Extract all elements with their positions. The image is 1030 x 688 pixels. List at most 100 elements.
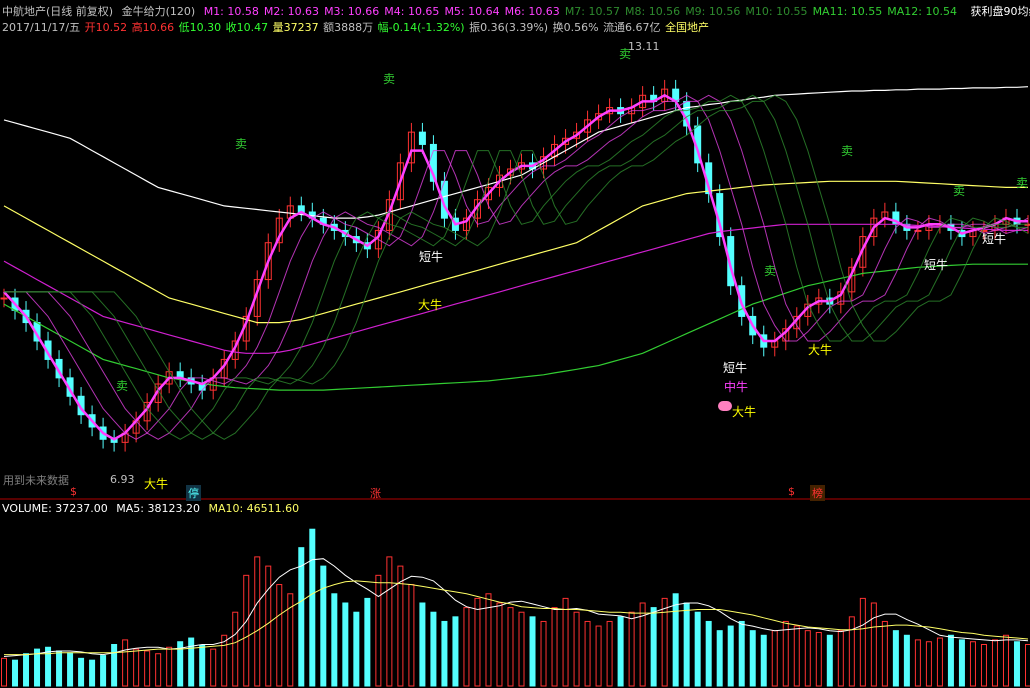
quote-date: 2017/11/17/五 xyxy=(2,21,81,34)
quote-low: 低10.30 xyxy=(178,21,222,34)
halt-tag[interactable]: 停 xyxy=(186,485,201,501)
quote-open: 开10.52 xyxy=(84,21,128,34)
volume-bar xyxy=(166,646,173,687)
ma-value-7: M7: 10.57 xyxy=(564,5,620,18)
ma-value-12: MA12: 10.54 xyxy=(887,5,957,18)
volume-bar xyxy=(331,593,338,687)
low-price-label: 6.93 xyxy=(110,473,135,486)
volume-bar xyxy=(133,648,140,687)
chart-canvas xyxy=(0,79,1030,687)
volume-bar xyxy=(540,620,547,687)
volume-bar xyxy=(67,652,74,687)
future-data-note: 用到未来数据 xyxy=(3,474,69,487)
quote-amplitude: 振0.36(3.39%) xyxy=(469,21,549,34)
dividend-tag[interactable]: $ xyxy=(68,485,79,498)
volume-bar xyxy=(452,616,459,687)
short-bull-signal: 短牛 xyxy=(982,232,1007,246)
volume-panel xyxy=(1,528,1030,687)
high-price-label: 13.11 xyxy=(628,40,660,53)
ma-line-ma-magenta xyxy=(3,223,1028,354)
volume-bar xyxy=(232,611,239,687)
volume-bar xyxy=(903,634,910,687)
volume-bar xyxy=(529,616,536,687)
volume-bar xyxy=(815,632,822,687)
stock-name[interactable]: 中航地产(日线 前复权) xyxy=(2,5,113,18)
volume-bar xyxy=(441,620,448,687)
ma-ribbon-line xyxy=(4,94,1028,440)
volume-bar xyxy=(562,597,569,687)
volume-bar xyxy=(925,641,932,687)
volume-bar xyxy=(716,630,723,687)
volume-bar xyxy=(848,616,855,687)
volume-bar xyxy=(628,611,635,687)
volume-bar xyxy=(771,630,778,687)
volume-bar xyxy=(804,630,811,687)
indicator-header: 中航地产(日线 前复权) 金牛给力(120) M1: 10.58 M2: 10.6… xyxy=(2,3,1030,19)
volume-bar xyxy=(980,644,987,687)
volume-bar xyxy=(430,611,437,687)
volume-bar xyxy=(243,574,250,687)
volume-bar xyxy=(210,648,217,687)
volume-bar xyxy=(507,607,514,687)
ma-line-ma-fast xyxy=(3,93,1028,441)
volume-bar xyxy=(144,650,151,687)
volume-ma5-line xyxy=(3,558,1029,657)
volume-bar xyxy=(463,607,470,687)
quote-change: 幅-0.14(-1.32%) xyxy=(377,21,465,34)
volume-bar xyxy=(1025,644,1030,687)
gem-icon xyxy=(718,401,732,411)
volume-bar xyxy=(595,625,602,687)
rise-tag[interactable]: 涨 xyxy=(368,485,383,501)
short-bull-signal: 短牛 xyxy=(924,258,949,272)
volume-ma10: MA10: 46511.60 xyxy=(208,502,300,515)
big-bull-signal: 大牛 xyxy=(732,405,757,419)
volume-bar xyxy=(298,547,305,687)
volume-bar xyxy=(859,597,866,687)
volume-bar xyxy=(958,639,965,687)
ma-value-8: M8: 10.56 xyxy=(625,5,681,18)
volume-bar xyxy=(419,602,426,687)
sell-signal: 卖 xyxy=(1016,176,1029,190)
volume-bar xyxy=(89,659,96,687)
ma-value-11: MA11: 10.55 xyxy=(812,5,883,18)
volume-bar xyxy=(320,565,327,687)
volume-ma5: MA5: 38123.20 xyxy=(116,502,200,515)
volume-bar xyxy=(408,584,415,687)
volume-header: VOLUME: 37237.00 MA5: 38123.20 MA10: 465… xyxy=(2,502,304,515)
volume-bar xyxy=(353,611,360,687)
ma-line-ma-yellow xyxy=(3,180,1028,324)
volume-bar xyxy=(342,602,349,687)
volume-bar xyxy=(760,634,767,687)
ma-value-4: M4: 10.65 xyxy=(384,5,440,18)
volume-bar xyxy=(738,620,745,687)
sell-signal: 卖 xyxy=(235,137,248,151)
volume-bar xyxy=(386,556,393,687)
ma-value-1: M1: 10.58 xyxy=(203,5,259,18)
volume-bar xyxy=(12,659,19,687)
ma-value-5: M5: 10.64 xyxy=(444,5,500,18)
volume-bar xyxy=(199,644,206,687)
volume-bar xyxy=(870,602,877,687)
volume-bar xyxy=(969,641,976,687)
candle-body xyxy=(418,131,426,145)
sell-signal: 卖 xyxy=(383,72,396,86)
volume-bar xyxy=(936,637,943,687)
quote-sector[interactable]: 全国地产 xyxy=(665,21,709,34)
quote-close: 收10.47 xyxy=(225,21,269,34)
ma-value-list: M1: 10.58 M2: 10.63 M3: 10.66 M4: 10.65 M5: … xyxy=(204,5,962,18)
volume-bar xyxy=(188,637,195,687)
volume-bar xyxy=(947,634,954,687)
volume-bar xyxy=(276,584,283,687)
big-bull-signal: 大牛 xyxy=(418,298,443,312)
volume-bar xyxy=(881,620,888,687)
dividend-tag[interactable]: $ xyxy=(786,485,797,498)
ma-value-3: M3: 10.66 xyxy=(324,5,380,18)
sell-signal: 卖 xyxy=(953,184,966,198)
volume-bar xyxy=(683,602,690,687)
quote-bar: 2017/11/17/五 开10.52 高10.66 低10.30 收10.47… xyxy=(2,19,714,35)
rank-tag[interactable]: 榜 xyxy=(810,485,825,501)
short-bull-signal: 短牛 xyxy=(419,250,444,264)
volume-bar xyxy=(78,657,85,687)
quote-turnover: 换0.56% xyxy=(552,21,599,34)
volume-bar xyxy=(496,602,503,687)
